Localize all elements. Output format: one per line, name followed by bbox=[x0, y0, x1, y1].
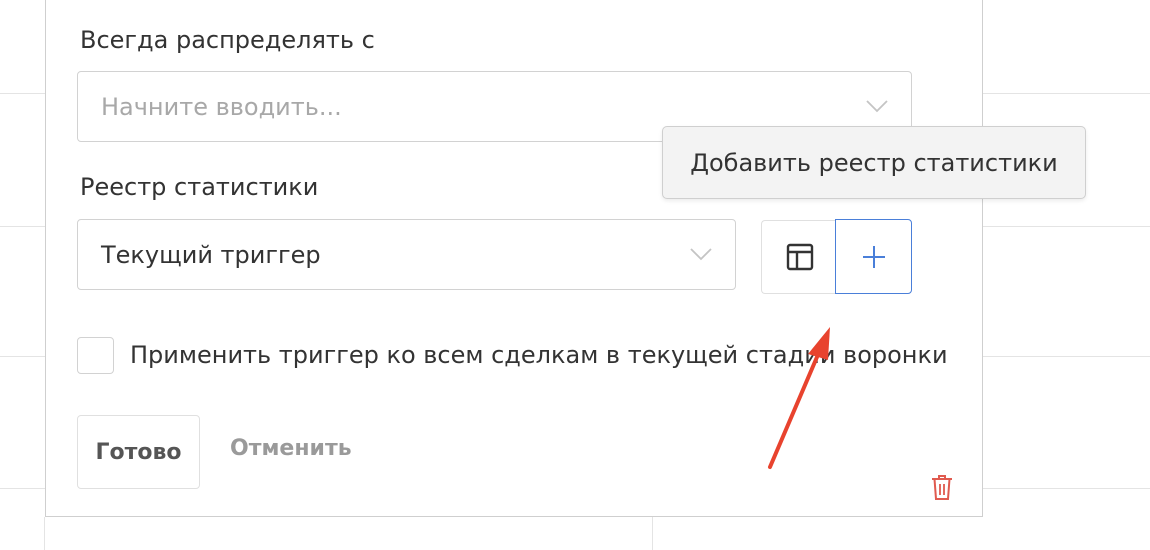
background-grid-line bbox=[0, 93, 45, 94]
background-grid-line bbox=[983, 488, 1150, 489]
background-grid-line bbox=[983, 356, 1150, 357]
table-icon bbox=[786, 243, 813, 271]
background-grid-line bbox=[983, 93, 1150, 94]
background-grid-line bbox=[0, 356, 45, 357]
chevron-down-icon bbox=[866, 99, 888, 112]
cancel-button[interactable]: Отменить bbox=[230, 438, 352, 460]
registry-select[interactable]: Текущий триггер bbox=[77, 219, 736, 290]
registry-table-button[interactable] bbox=[761, 220, 837, 294]
registry-value: Текущий триггер bbox=[101, 240, 321, 269]
background-grid-line bbox=[0, 488, 45, 489]
plus-icon bbox=[862, 245, 885, 268]
apply-all-label[interactable]: Применить триггер ко всем сделкам в теку… bbox=[130, 343, 948, 367]
chevron-down-icon bbox=[690, 247, 712, 260]
background-grid-line bbox=[652, 517, 653, 550]
add-registry-button[interactable] bbox=[835, 219, 912, 294]
add-registry-tooltip: Добавить реестр статистики bbox=[662, 126, 1086, 199]
distribute-label: Всегда распределять с bbox=[80, 26, 375, 54]
apply-all-checkbox[interactable] bbox=[77, 337, 114, 374]
background-grid-line bbox=[44, 517, 45, 550]
registry-label: Реестр статистики bbox=[80, 173, 319, 201]
background-grid-line bbox=[983, 226, 1150, 227]
done-button[interactable]: Готово bbox=[77, 415, 200, 489]
background-grid-line bbox=[0, 226, 45, 227]
trash-icon[interactable] bbox=[929, 473, 955, 501]
distribute-placeholder: Начните вводить... bbox=[101, 92, 342, 121]
